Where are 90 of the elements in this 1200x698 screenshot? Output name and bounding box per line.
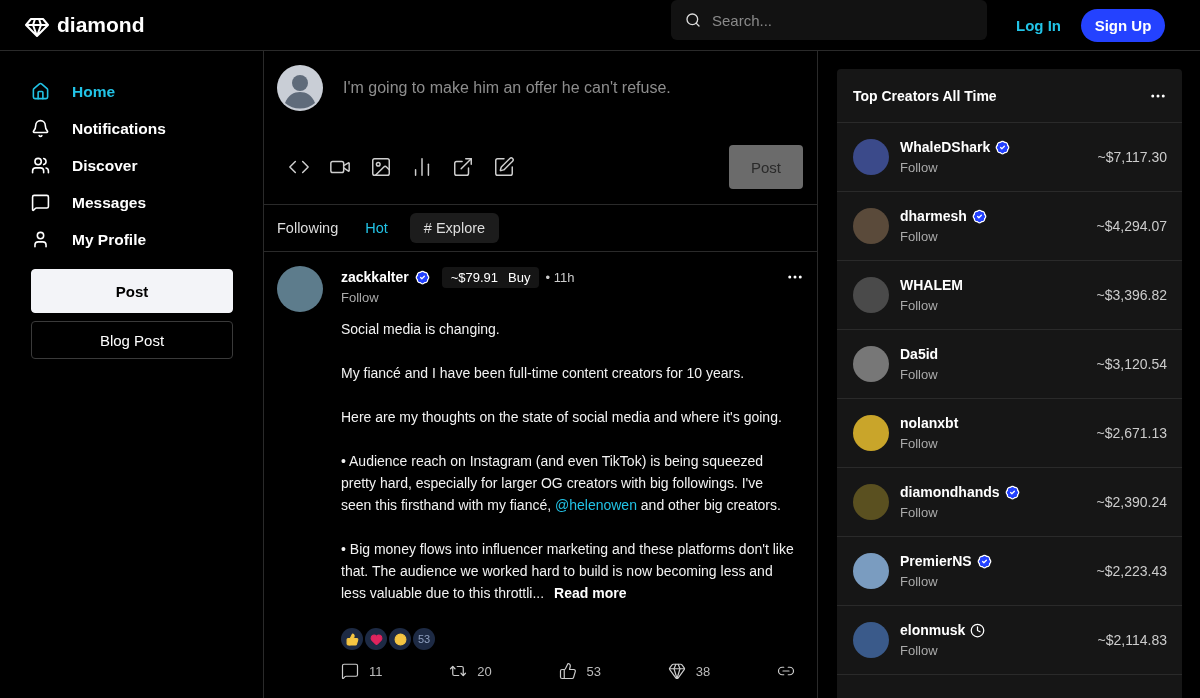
comment-button[interactable]: 11 [341, 662, 383, 680]
creator-amount: ~$2,390.24 [1096, 494, 1167, 510]
post-paragraph: • Audience reach on Instagram (and even TikTok) is being squeezed pretty hard, especially for larger OG creators with big followings. I've seen this firsthand with my fiancé, @helenowen and other big creators. [341, 452, 782, 515]
reaction-bubble[interactable] [389, 628, 411, 650]
avatar-placeholder [853, 553, 889, 589]
avatar-placeholder [853, 277, 889, 313]
creator-name: PremierNS [900, 553, 972, 569]
search-field[interactable]: Search... [671, 0, 987, 40]
creator-name: WhaleDShark [900, 139, 991, 155]
avatar-placeholder [853, 139, 889, 175]
nav-item[interactable]: Messages [31, 184, 233, 221]
creator-amount: ~$2,223.43 [1096, 563, 1167, 579]
creator-amount: ~$2,671.13 [1096, 425, 1167, 441]
logo-text: diamond [57, 13, 145, 37]
follow-link[interactable]: Follow [900, 505, 1086, 520]
feed-tab[interactable]: Following [277, 220, 339, 236]
thumbs-up-icon [345, 632, 359, 646]
price-tag[interactable]: ~$79.91 Buy [441, 266, 540, 288]
follow-link[interactable]: Follow [900, 574, 1086, 589]
blog-post-button[interactable]: Blog Post [31, 321, 233, 359]
post-paragraph: My fiancé and I have been full-time content creators for 10 years. [341, 364, 746, 383]
creator-amount: ~$3,396.82 [1096, 287, 1167, 303]
follow-link[interactable]: Follow [900, 643, 1087, 658]
speech-bubble-icon [31, 193, 50, 212]
photo-placeholder [277, 266, 323, 312]
card-title: Top Creators All Time [853, 87, 997, 104]
follow-link[interactable]: Follow [900, 229, 1086, 244]
creator-row[interactable]: elonmusk Follow ~$2,114.83 [837, 606, 1182, 675]
follow-link[interactable]: Follow [900, 436, 1086, 451]
reaction-count: 53 [413, 628, 435, 650]
creator-name: Da5id [900, 346, 939, 362]
creator-name: diamondhands [900, 484, 1000, 500]
home-icon [31, 82, 50, 101]
feed-tab[interactable]: # Explore [409, 213, 500, 243]
external-link-icon[interactable] [452, 156, 474, 178]
creator-amount: ~$7,117.30 [1097, 149, 1167, 165]
author-name[interactable]: zackkalter [341, 269, 409, 285]
search-icon [685, 12, 701, 28]
creator-row[interactable]: WhaleDShark Follow ~$7,117.30 [837, 123, 1182, 192]
thumbs-up-icon [558, 662, 577, 680]
post-time: • 11h [545, 269, 575, 285]
creator-name: WHALEM [900, 277, 963, 293]
creator-row[interactable]: WHALEM Follow ~$3,396.82 [837, 261, 1182, 330]
nav-item[interactable]: My Profile [31, 221, 233, 258]
creator-row[interactable]: diamondhands Follow ~$2,390.24 [837, 468, 1182, 537]
creator-row[interactable]: Da5id Follow ~$3,120.54 [837, 330, 1182, 399]
creator-name: elonmusk [900, 622, 966, 638]
feed-tab[interactable]: Hot [365, 220, 388, 236]
edit-icon[interactable] [493, 156, 515, 178]
sign-up-button[interactable]: Sign Up [1081, 8, 1165, 42]
person-icon [31, 230, 50, 249]
follow-link[interactable]: Follow [900, 160, 1087, 175]
read-more-link[interactable]: Read more [554, 585, 627, 601]
post-paragraph: Here are my thoughts on the state of social media and where it's going. [341, 408, 783, 427]
post-button[interactable]: Post [31, 269, 233, 313]
image-icon[interactable] [370, 156, 392, 178]
creator-name: dharmesh [900, 208, 967, 224]
creator-amount: ~$4,294.07 [1096, 218, 1167, 234]
nav-item[interactable]: Discover [31, 147, 233, 184]
creator-row[interactable]: PremierNS Follow ~$2,223.43 [837, 537, 1182, 606]
avatar-placeholder [853, 484, 889, 520]
like-button[interactable]: 53 [558, 662, 601, 680]
repost-button[interactable]: 20 [449, 662, 492, 680]
creator-amount: ~$3,120.54 [1096, 356, 1167, 372]
follow-link[interactable]: Follow [900, 298, 1086, 313]
follow-link[interactable]: Follow [341, 290, 379, 305]
avatar-placeholder [853, 346, 889, 382]
post-input-field[interactable]: I'm going to make him an offer he can't refuse. [341, 65, 803, 111]
diamond-button[interactable]: 38 [667, 662, 711, 680]
creator-row[interactable]: nolanxbt Follow ~$2,671.13 [837, 399, 1182, 468]
people-icon [31, 156, 50, 175]
post-paragraph: Social media is changing. [341, 320, 501, 339]
log-in-link[interactable]: Log In [1016, 16, 1061, 34]
avatar-placeholder [853, 415, 889, 451]
bell-icon [31, 119, 50, 138]
avatar-icon [277, 65, 323, 111]
reaction-bubble[interactable] [341, 628, 363, 650]
avatar-placeholder [853, 622, 889, 658]
comment-icon [341, 662, 359, 680]
follow-link[interactable]: Follow [900, 367, 1086, 382]
post-paragraph: • Big money flows into influencer marketing and these platforms don't like that. The audience we worked hard to build is now becoming less and less valuable due to this throttli... Read more [341, 540, 795, 603]
creator-name: nolanxbt [900, 415, 959, 431]
heart-icon [369, 632, 383, 646]
nav-item[interactable]: Notifications [31, 110, 233, 147]
creator-amount: ~$2,114.83 [1097, 632, 1167, 648]
mention-link[interactable]: @helenowen [555, 497, 637, 513]
nav-item[interactable]: Home [31, 73, 233, 110]
avatar-placeholder [853, 208, 889, 244]
diamond-icon [667, 662, 686, 680]
creator-row[interactable]: dharmesh Follow ~$4,294.07 [837, 192, 1182, 261]
